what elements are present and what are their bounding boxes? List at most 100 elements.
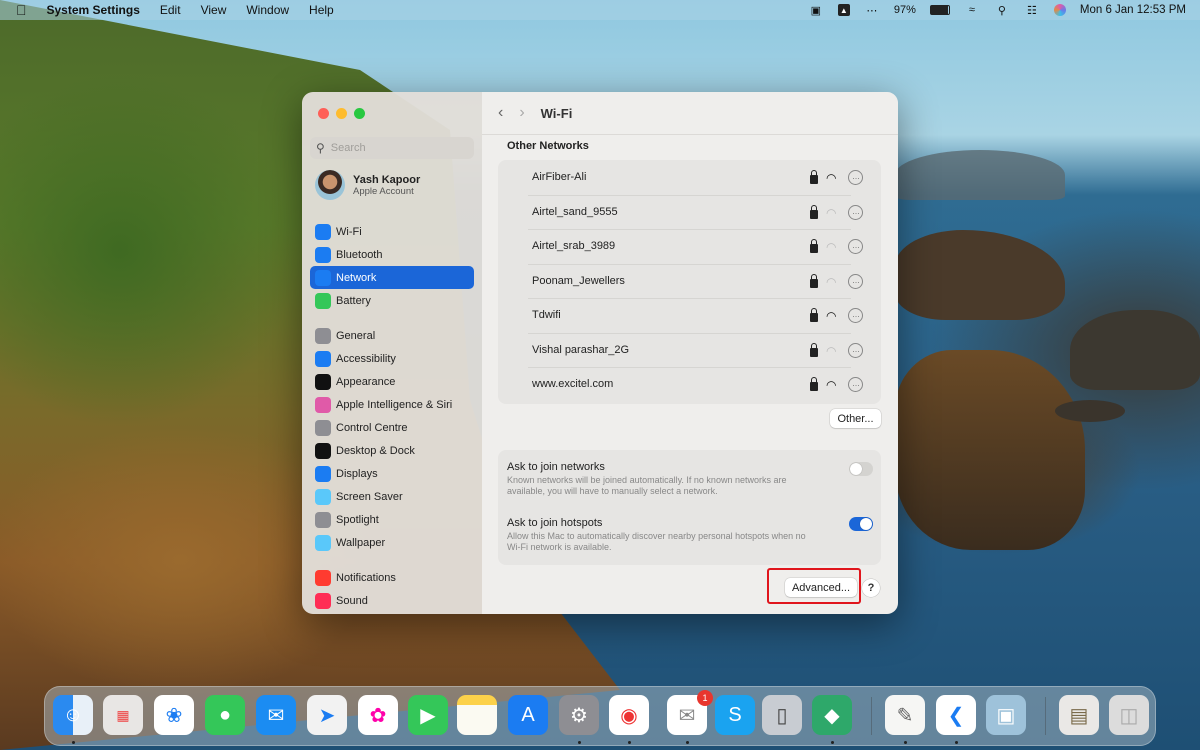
wifi-icon[interactable]: ≈ (964, 3, 980, 17)
photos-icon[interactable]: ✿ (358, 695, 398, 735)
sidebar-item-spotlight[interactable]: Spotlight (310, 508, 474, 531)
more-options-icon[interactable]: … (848, 239, 863, 254)
sidebar-item-label: Bluetooth (336, 248, 383, 261)
network-row[interactable]: Airtel_srab_3989 ◠… (498, 229, 881, 263)
trash-icon[interactable]: ◫ (1109, 695, 1149, 735)
wifi-signal-icon: ◠ (826, 378, 837, 392)
more-options-icon[interactable]: … (848, 342, 863, 358)
back-chevron-icon[interactable]: ‹ (498, 104, 503, 122)
maps-icon[interactable]: ➤ (307, 695, 347, 735)
network-row[interactable]: Airtel_sand_9555 ◠… (498, 194, 881, 229)
network-row[interactable]: AirFiber-Ali ◠… (498, 160, 881, 194)
sidebar-item-displays[interactable]: Displays (310, 462, 474, 485)
sidebar-item-label: Battery (336, 294, 371, 307)
option-description: Allow this Mac to automatically discover… (507, 531, 806, 552)
spotlight-icon[interactable]: ⚲ (994, 3, 1010, 17)
settings-icon[interactable]: ⚙ (559, 695, 599, 735)
mail-icon[interactable]: ✉ (256, 695, 296, 735)
lock-icon (810, 239, 818, 253)
more-options-icon[interactable]: … (848, 170, 863, 185)
green-app-icon[interactable]: ◆ (812, 695, 852, 735)
minimize-button[interactable] (336, 108, 347, 119)
sidebar-item-general[interactable]: General (310, 324, 474, 347)
search-field[interactable]: ⚲ Search (310, 137, 474, 159)
network-row[interactable]: www.excitel.com ◠… (498, 367, 881, 401)
divider (528, 194, 851, 196)
network-row[interactable]: Tdwifi ◠… (498, 298, 881, 332)
app-menu[interactable]: System Settings (47, 3, 140, 17)
menu-edit[interactable]: Edit (160, 3, 181, 17)
sidebar-item-label: Appearance (336, 375, 396, 388)
sidebar-item-wi-fi[interactable]: Wi-Fi (310, 220, 474, 243)
sidebar-item-apple-intelligence-siri[interactable]: Apple Intelligence & Siri (310, 393, 474, 416)
textedit-icon[interactable]: ✎ (885, 695, 925, 735)
screenshot-icon[interactable]: ▣ (808, 3, 824, 17)
folder-stack-icon[interactable]: ▤ (1059, 695, 1099, 735)
wifi-signal-icon: ◠ (826, 309, 837, 323)
running-indicator (686, 741, 689, 744)
ask-join-hotspots-toggle[interactable] (849, 517, 873, 531)
battery-percent: 97% (893, 4, 916, 16)
mail-client-icon[interactable]: ✉ 1 (667, 690, 713, 735)
launchpad-icon[interactable]: ▦ (103, 695, 143, 735)
other-network-button[interactable]: Other... (830, 409, 881, 428)
sidebar-item-notifications[interactable]: Notifications (310, 566, 474, 589)
sidebar-item-control-centre[interactable]: Control Centre (310, 416, 474, 439)
forward-chevron-icon[interactable]: › (519, 104, 524, 122)
menu-window[interactable]: Window (246, 3, 289, 17)
network-row[interactable]: Vishal parashar_2G ◠… (498, 332, 881, 367)
account-name: Yash Kapoor (353, 173, 421, 186)
network-name: Airtel_sand_9555 (532, 205, 618, 218)
safari-icon[interactable]: ❀ (154, 695, 194, 735)
vpn-icon[interactable]: ▲ (837, 4, 850, 16)
finder-icon[interactable]: ☺ (53, 695, 93, 735)
sidebar-item-bluetooth[interactable]: Bluetooth (310, 243, 474, 266)
skype-icon[interactable]: S (715, 695, 755, 735)
toggle-knob (850, 463, 862, 475)
ask-join-networks-toggle[interactable] (849, 462, 873, 476)
menu-help[interactable]: Help (309, 3, 334, 17)
sidebar-item-appearance[interactable]: Appearance (310, 370, 474, 393)
control-centre-icon[interactable]: ☷ (1024, 3, 1040, 17)
sidebar-item-label: Desktop & Dock (336, 444, 415, 457)
dots-icon[interactable]: ⋯ (864, 3, 880, 17)
running-indicator (904, 741, 907, 744)
wifi-signal-icon: ◠ (826, 343, 837, 358)
network-row[interactable]: Poonam_Jewellers ◠… (498, 263, 881, 298)
help-button[interactable]: ? (862, 579, 880, 597)
sidebar-item-desktop-dock[interactable]: Desktop & Dock (310, 439, 474, 462)
notes-icon[interactable] (457, 695, 497, 735)
appstore-icon[interactable]: A (508, 695, 548, 735)
clock[interactable]: Mon 6 Jan 12:53 PM (1080, 4, 1186, 16)
preview-icon[interactable]: ▣ (986, 695, 1026, 735)
vscode-icon[interactable]: ❮ (936, 695, 976, 735)
apple-menu-icon[interactable]:  (16, 2, 27, 18)
account-subtitle: Apple Account (353, 185, 414, 197)
account-item[interactable]: Yash Kapoor Apple Account (315, 170, 420, 200)
battery-icon[interactable] (929, 5, 950, 15)
sidebar-item-battery[interactable]: Battery (310, 289, 474, 312)
sidebar-item-accessibility[interactable]: Accessibility (310, 347, 474, 370)
toggle-knob (860, 518, 872, 530)
sidebar-item-label: Sound (336, 594, 368, 607)
sidebar-item-wallpaper[interactable]: Wallpaper (310, 531, 474, 554)
more-options-icon[interactable]: … (848, 204, 863, 220)
close-button[interactable] (318, 108, 329, 119)
more-options-icon[interactable]: … (848, 377, 863, 392)
more-options-icon[interactable]: … (848, 273, 863, 289)
siri-icon[interactable] (1053, 4, 1066, 16)
facetime-icon[interactable]: ▶ (408, 695, 448, 735)
more-options-icon[interactable]: … (848, 308, 863, 323)
chrome-icon[interactable]: ◉ (609, 695, 649, 735)
speaker-icon (315, 592, 331, 609)
sidebar-item-screen-saver[interactable]: Screen Saver (310, 485, 474, 508)
messages-icon[interactable]: ● (205, 695, 245, 735)
bluetooth-icon (315, 246, 331, 263)
iphone-icon[interactable]: ▯ (762, 695, 802, 735)
divider (528, 332, 851, 334)
wallpaper-hill (895, 150, 1065, 200)
menu-view[interactable]: View (201, 3, 227, 17)
zoom-button[interactable] (354, 108, 365, 119)
sidebar-item-sound[interactable]: Sound (310, 589, 474, 612)
sidebar-item-network[interactable]: Network (310, 266, 474, 289)
